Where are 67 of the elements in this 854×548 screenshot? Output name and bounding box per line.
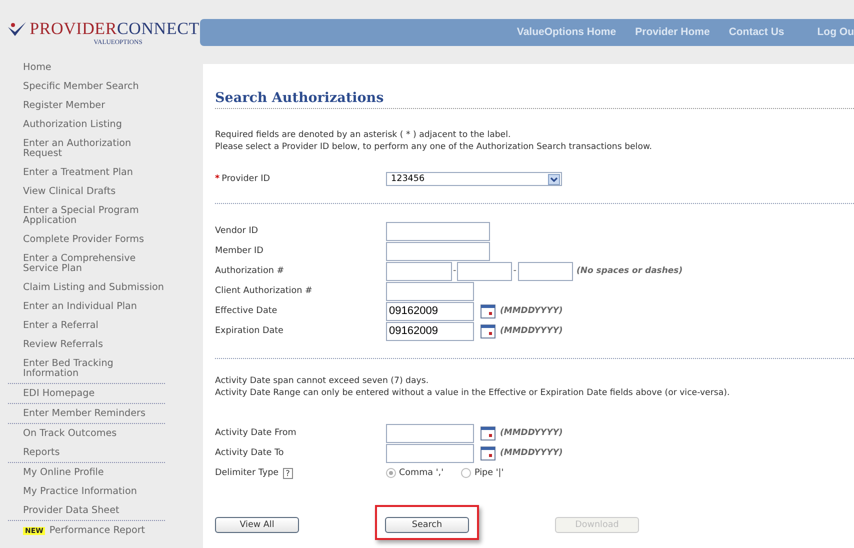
field-hint: (MMDDYYYY) (500, 428, 563, 438)
checkmark-logo-icon (6, 20, 27, 36)
action-button[interactable]: View All (215, 517, 299, 533)
sidebar-link[interactable]: Enter Member Reminders (8, 404, 168, 423)
field-label: Delimiter Type (215, 468, 279, 478)
sidebar-link[interactable]: My Online Profile (8, 463, 168, 482)
dropdown-arrow-icon (548, 174, 560, 184)
action-button[interactable]: Search (385, 517, 469, 533)
page-title: Search Authorizations (215, 90, 854, 109)
instruction-text: Please select a Provider ID below, to perform any one of the Authorization Search transactions below. (215, 141, 653, 153)
sidebar-link[interactable]: Enter an Individual Plan (8, 297, 168, 316)
calendar-icon[interactable] (480, 323, 496, 339)
field-hint: (No spaces or dashes) (576, 266, 683, 276)
sidebar-link[interactable]: Enter Bed Tracking Information (8, 354, 168, 383)
field-label: Authorization # (215, 266, 286, 276)
sidebar-link[interactable]: Enter a Special Program Application (8, 201, 168, 230)
sidebar-link[interactable]: Claim Listing and Submission (8, 278, 168, 297)
sidebar-link[interactable]: Authorization Listing (8, 115, 168, 134)
sidebar-link[interactable]: Enter a Referral (8, 316, 168, 335)
instruction-text: Activity Date span cannot exceed seven (7) days. (215, 375, 430, 387)
sidebar-link[interactable]: Home (8, 58, 168, 77)
text-field[interactable] (386, 222, 490, 240)
instruction-text: Required fields are denoted by an asterisk ( * ) adjacent to the label. (215, 129, 512, 141)
calendar-icon[interactable] (480, 303, 496, 319)
instruction-text: Activity Date Range can only be entered without a value in the Effective or Expiration Date fields above (or vice-versa). (215, 387, 731, 399)
radio-option[interactable]: Pipe '|' (461, 468, 504, 478)
sidebar-link[interactable]: Provider Data Sheet (8, 501, 168, 520)
dash: - (453, 266, 456, 276)
help-icon[interactable]: ? (282, 468, 293, 478)
sidebar-link[interactable]: Complete Provider Forms (8, 230, 168, 249)
text-field[interactable] (386, 262, 452, 280)
date-field[interactable] (386, 424, 474, 442)
field-label: Activity Date From (215, 428, 298, 438)
field-hint: (MMDDYYYY) (500, 326, 563, 336)
field-label: Effective Date (215, 306, 278, 316)
text-field[interactable] (386, 282, 474, 300)
provider-select[interactable]: 123456 (386, 172, 562, 186)
text-field[interactable] (457, 262, 512, 280)
sidebar-link[interactable]: Enter a Treatment Plan (8, 163, 168, 182)
field-label: Member ID (215, 246, 264, 256)
text-field[interactable] (518, 262, 572, 280)
sidebar-link[interactable]: Enter a Comprehensive Service Plan (8, 249, 168, 278)
sidebar-link[interactable]: On Track Outcomes (8, 424, 168, 443)
sidebar-link[interactable]: Enter an Authorization Request (8, 134, 168, 163)
date-field[interactable]: 09162009 (386, 302, 474, 320)
text-field[interactable] (386, 242, 490, 260)
logo-text: PROVIDERCONNECT (30, 18, 200, 38)
field-hint: (MMDDYYYY) (500, 448, 563, 458)
calendar-icon[interactable] (480, 425, 496, 441)
field-label: Vendor ID (215, 226, 260, 236)
field-label: Activity Date To (215, 448, 285, 458)
field-label: Client Authorization # (215, 286, 314, 296)
sidebar-link[interactable]: EDI Homepage (8, 384, 168, 403)
field-label: * Provider ID (215, 174, 271, 184)
field-label: Expiration Date (215, 326, 284, 336)
date-field[interactable] (386, 444, 474, 462)
date-field[interactable]: 09162009 (386, 322, 474, 340)
sidebar-link[interactable]: My Practice Information (8, 482, 168, 501)
sidebar-link[interactable]: Register Member (8, 96, 168, 115)
sidebar-link[interactable]: Reports (8, 443, 168, 462)
sidebar-link[interactable]: Specific Member Search (8, 77, 168, 96)
calendar-icon[interactable] (480, 445, 496, 461)
sidebar-link[interactable]: View Clinical Drafts (8, 182, 168, 201)
field-hint: (MMDDYYYY) (500, 306, 563, 316)
radio-option[interactable]: Comma ',' (386, 468, 444, 478)
sidebar-link[interactable]: Review Referrals (8, 335, 168, 354)
dash: - (513, 266, 516, 276)
